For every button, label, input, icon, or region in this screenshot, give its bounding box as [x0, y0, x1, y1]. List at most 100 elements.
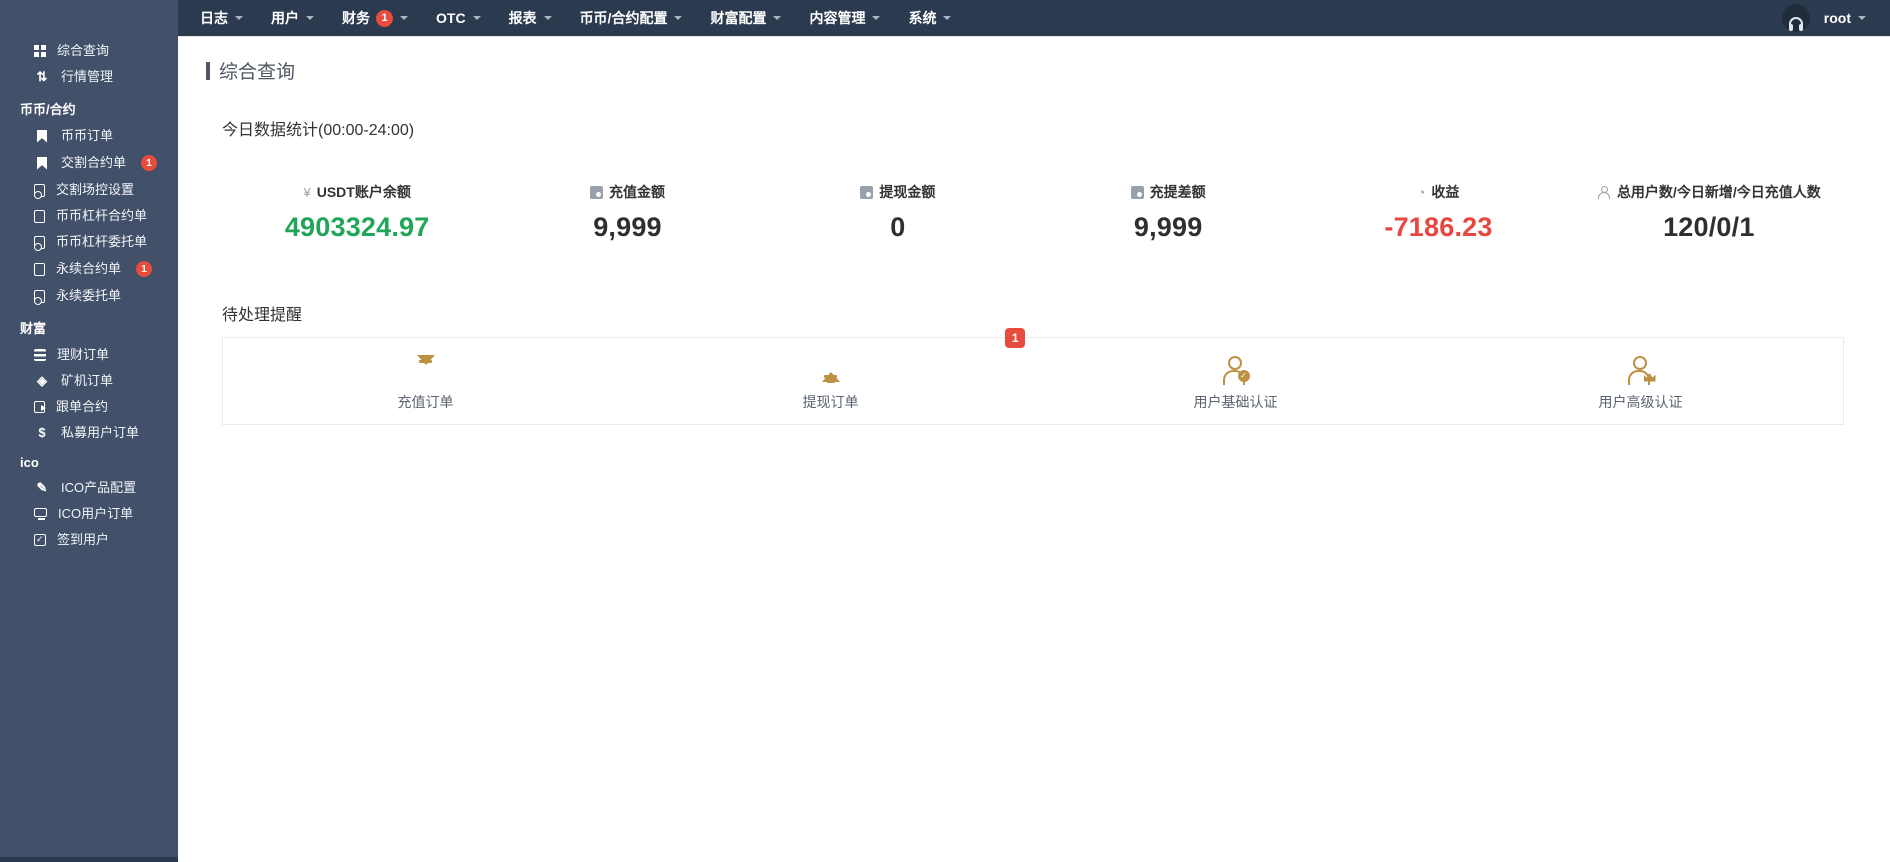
sidebar-item-checkin-users[interactable]: 签到用户 [0, 527, 178, 553]
sidebar-item-label: 行情管理 [61, 69, 114, 84]
sidebar-item-label: 币币杠杆合约单 [56, 208, 148, 223]
user-menu[interactable]: root [1824, 10, 1866, 26]
pending-badge: 1 [1005, 328, 1026, 348]
nav-item-users[interactable]: 用户 [257, 0, 328, 36]
nav-item-reports[interactable]: 报表 [495, 0, 566, 36]
sidebar-item-label: 理财订单 [57, 347, 110, 362]
nav-item-label: 币币/合约配置 [579, 10, 668, 26]
edit-square-icon [34, 532, 46, 546]
sidebar-item-leverage-entrust-orders[interactable]: 币币杠杆委托单 [0, 229, 178, 255]
sidebar-item-label: 交割场控设置 [56, 182, 135, 197]
sidebar-item-finance-orders[interactable]: 理财订单 [0, 342, 178, 368]
sidebar: 综合查询 ⇅ 行情管理 币币/合约 币币订单 交割合约单 1 交割场控设置 币币… [0, 0, 178, 862]
bookmark-icon [37, 156, 47, 170]
stat-recharge-amount: 充值金额 9,999 [492, 182, 762, 243]
support-button[interactable] [1781, 4, 1810, 32]
chevron-down-icon [872, 16, 881, 24]
chevron-down-icon [773, 16, 782, 24]
sidebar-item-label: 跟单合约 [56, 399, 109, 414]
pending-section-title: 待处理提醒 [222, 307, 303, 324]
bookmark-icon [37, 129, 47, 143]
stats-section-title: 今日数据统计(00:00-24:00) [222, 122, 415, 139]
sidebar-item-miner-orders[interactable]: ◈ 矿机订单 [0, 368, 178, 394]
sidebar-item-overview[interactable]: 综合查询 [0, 38, 178, 64]
sidebar-item-ico-user-orders[interactable]: ICO用户订单 [0, 501, 178, 527]
stat-profit: ◔ 收益 -7186.23 [1303, 182, 1573, 243]
sidebar-item-copy-trade-contracts[interactable]: 跟单合约 [0, 394, 178, 420]
chevron-down-icon [306, 16, 314, 24]
sort-chart-icon: ⇅ [36, 69, 48, 84]
stat-value: 4903324.97 [284, 212, 430, 242]
download-arrow-icon [416, 354, 435, 383]
stat-value: 9,999 [593, 212, 662, 242]
sidebar-item-label: 签到用户 [57, 532, 110, 547]
nav-item-logs[interactable]: 日志 [186, 0, 257, 36]
nav-item-label: 报表 [508, 10, 537, 26]
file-gear-icon [34, 183, 45, 199]
sidebar-item-delivery-contract-orders[interactable]: 交割合约单 1 [0, 149, 178, 177]
chevron-down-icon [400, 16, 408, 24]
username: root [1823, 10, 1851, 26]
sidebar-item-leverage-contract-orders[interactable]: 币币杠杆合约单 [0, 203, 178, 229]
monitor-icon [34, 507, 47, 520]
coins-icon [34, 349, 46, 361]
chevron-down-icon [543, 16, 552, 24]
sidebar-item-delivery-control-settings[interactable]: 交割场控设置 [0, 177, 178, 203]
withdraw-card-icon [860, 185, 874, 199]
nav-item-label: 财富配置 [710, 10, 767, 26]
nav-item-label: 财务 [342, 10, 370, 26]
card-label: 提现订单 [802, 393, 859, 410]
nav-item-otc[interactable]: OTC [422, 0, 495, 36]
sidebar-item-label: 私募用户订单 [61, 425, 140, 440]
sidebar-item-label: ICO用户订单 [58, 506, 134, 521]
sidebar-item-label: 币币订单 [61, 128, 114, 143]
card-label: 充值订单 [397, 393, 454, 410]
profit-pie-icon: ◔ [1417, 184, 1426, 200]
sidebar-item-label: 交割合约单 [61, 155, 127, 170]
grid-icon [34, 45, 46, 57]
share-box-icon [34, 401, 46, 413]
notification-badge: 1 [141, 155, 158, 171]
chevron-down-icon [472, 16, 481, 24]
card-withdraw-orders[interactable]: 提现订单 [628, 351, 1033, 412]
nav-item-finance[interactable]: 财务 1 [328, 0, 422, 36]
navbar-right: root [1781, 4, 1880, 32]
sidebar-item-coin-orders[interactable]: 币币订单 [0, 123, 178, 149]
sidebar-section-ico: ico [20, 455, 39, 470]
sidebar-scrollbar[interactable] [0, 857, 178, 862]
sidebar-item-perpetual-entrust-orders[interactable]: 永续委托单 [0, 283, 178, 309]
stat-value: 120/0/1 [1663, 212, 1755, 242]
nav-item-label: 用户 [271, 10, 299, 26]
card-label: 用户基础认证 [1193, 393, 1278, 410]
document-clock-icon [34, 235, 45, 251]
nav-item-label: 日志 [200, 10, 228, 26]
stat-recharge-withdraw-diff: 充提差额 9,999 [1033, 182, 1303, 243]
nav-item-coin-contract-config[interactable]: 币币/合约配置 [566, 0, 697, 36]
chevron-down-icon [943, 16, 952, 24]
sidebar-item-label: ICO产品配置 [61, 480, 137, 495]
pen-document-icon: ✎ [36, 480, 48, 495]
card-user-advanced-verification[interactable]: 用户高级认证 [1438, 351, 1843, 412]
yen-icon: ¥ [303, 184, 311, 200]
sidebar-item-ico-product-config[interactable]: ✎ ICO产品配置 [0, 475, 178, 501]
stat-user-counts: 总用户数/今日新增/今日充值人数 120/0/1 [1574, 182, 1844, 243]
stat-label: 充值金额 [608, 184, 665, 200]
sidebar-item-market-management[interactable]: ⇅ 行情管理 [0, 64, 178, 90]
stat-value: 9,999 [1133, 212, 1203, 242]
sidebar-item-label: 币币杠杆委托单 [56, 234, 148, 249]
card-recharge-orders[interactable]: 充值订单 [223, 351, 628, 412]
nav-item-system[interactable]: 系统 [894, 0, 965, 36]
sidebar-item-private-fund-orders[interactable]: $ 私募用户订单 [0, 420, 178, 446]
upload-arrow-icon [821, 354, 840, 383]
sidebar-item-perpetual-contract-orders[interactable]: 永续合约单 1 [0, 255, 178, 283]
card-user-basic-verification[interactable]: ✓ 用户基础认证 [1033, 351, 1438, 412]
nav-item-content-management[interactable]: 内容管理 [795, 0, 894, 36]
stat-usdt-balance: ¥ USDT账户余额 4903324.97 [222, 182, 492, 243]
stat-label: 收益 [1431, 184, 1460, 200]
page-title: 综合查询 [219, 62, 296, 83]
pending-cards: 1 充值订单 提现订单 ✓ 用户基础认证 用户高级认证 [222, 328, 1844, 425]
recharge-card-icon [589, 185, 603, 199]
card-label: 用户高级认证 [1598, 393, 1683, 410]
stat-value: 0 [890, 212, 906, 242]
nav-item-wealth-config[interactable]: 财富配置 [696, 0, 795, 36]
